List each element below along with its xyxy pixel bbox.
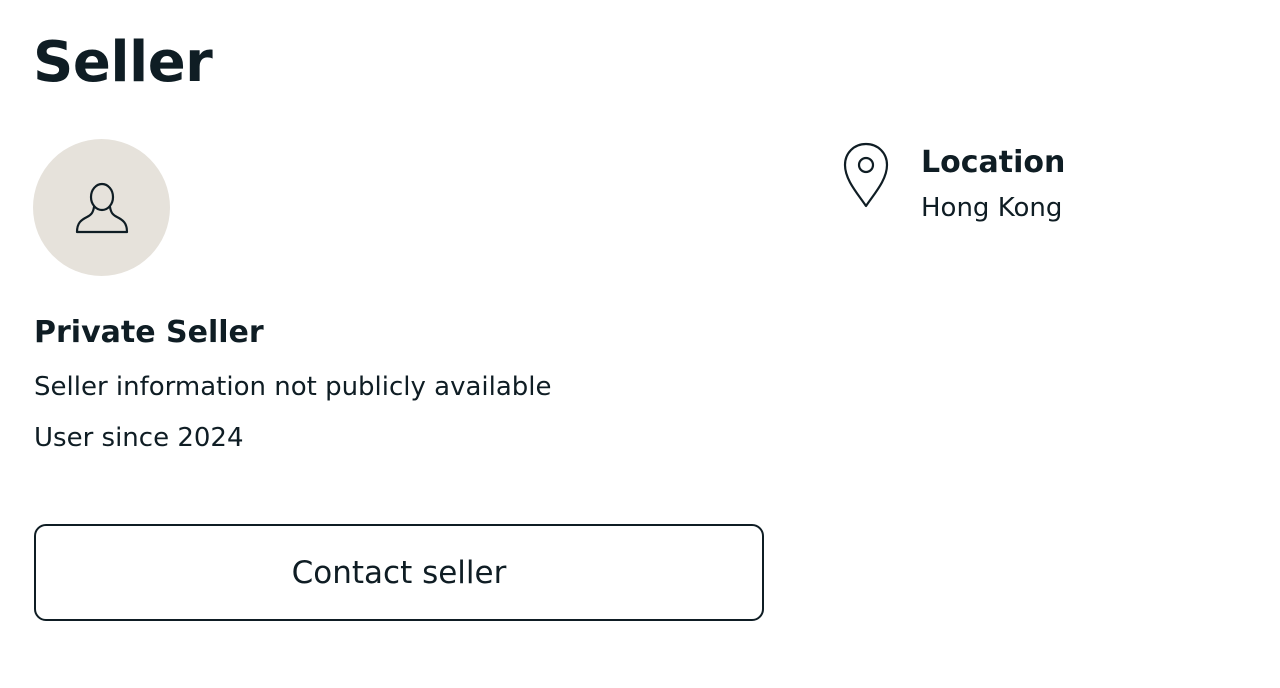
seller-info-text: Seller information not publicly availabl… xyxy=(34,372,552,402)
seller-section: Seller Private Seller Seller information… xyxy=(0,0,1280,688)
section-title: Seller xyxy=(33,30,213,95)
map-pin-icon xyxy=(843,142,889,208)
seller-name: Private Seller xyxy=(34,315,264,350)
seller-avatar xyxy=(33,139,170,276)
member-since-text: User since 2024 xyxy=(34,423,244,453)
contact-seller-button[interactable]: Contact seller xyxy=(34,524,764,621)
user-silhouette-icon xyxy=(75,182,128,233)
location-label: Location xyxy=(921,145,1066,180)
location-value: Hong Kong xyxy=(921,193,1063,223)
